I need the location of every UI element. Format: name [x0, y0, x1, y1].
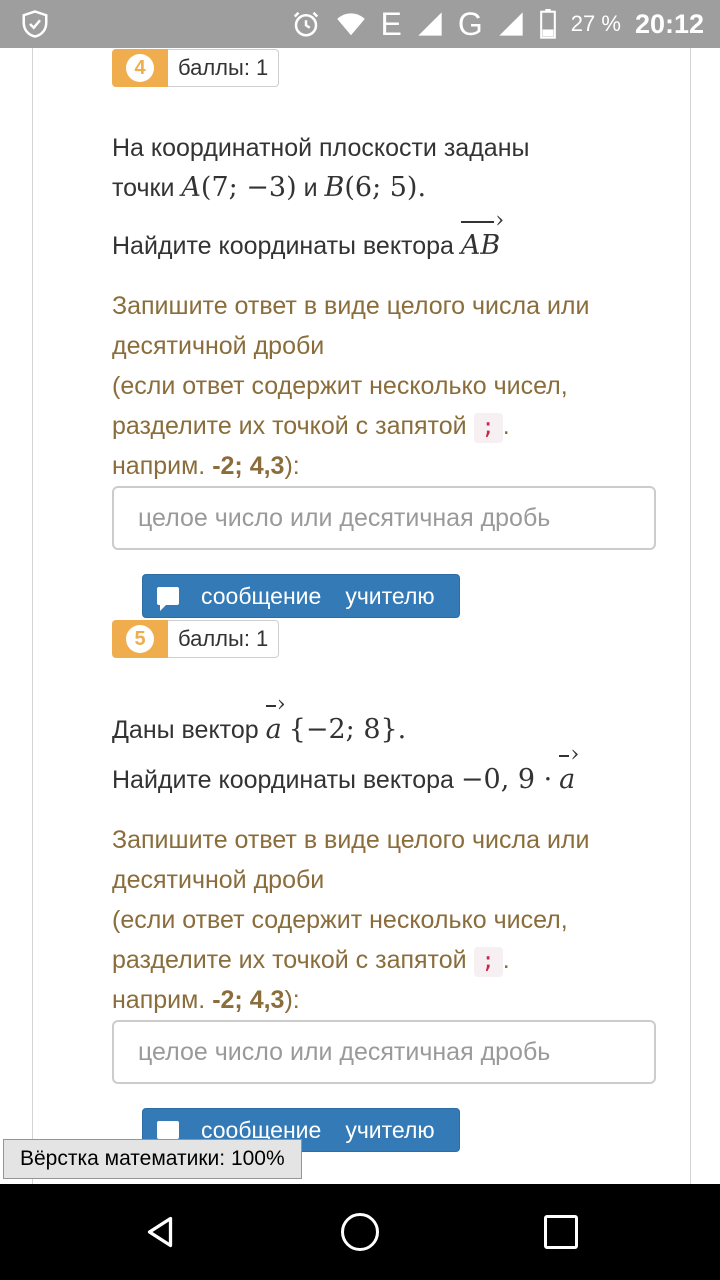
question-5-header: 5 баллы: 1 — [112, 620, 280, 658]
question-4-header: 4 баллы: 1 — [112, 49, 280, 87]
message-teacher-button[interactable]: сообщение учителю — [142, 574, 460, 618]
question-number-badge: 4 — [112, 49, 168, 87]
question-5-given: Даны вектор › a {−2; 8}. — [112, 692, 672, 750]
question-4-text: На координатной плоскости заданы точки A… — [112, 134, 530, 203]
question-number-badge: 5 — [112, 620, 168, 658]
signal-icon — [418, 12, 442, 36]
network-type-e: E — [380, 5, 402, 42]
quiz-page[interactable]: 4 баллы: 1 На координатной плоскости зад… — [0, 48, 720, 1184]
signal-icon — [499, 12, 523, 36]
answer-input-q4[interactable] — [112, 486, 656, 550]
vector-a: › a — [559, 742, 580, 795]
vector-a: › a — [265, 692, 286, 745]
vector-ab: › AB — [460, 208, 505, 261]
answer-input-q5[interactable] — [112, 1020, 656, 1084]
clock: 20:12 — [634, 8, 704, 39]
battery-percent: 27 % — [570, 11, 621, 36]
back-icon[interactable] — [142, 1214, 178, 1250]
navigation-bar — [0, 1184, 720, 1280]
status-bar: E G 27 % 20:12 — [0, 0, 720, 48]
separator-code: ; — [473, 413, 503, 443]
chat-bubble-icon — [157, 587, 179, 611]
answer-instructions: Запишите ответ в виде целого числа или д… — [112, 292, 590, 480]
question-score: баллы: 1 — [168, 49, 280, 87]
math-render-status: Вёрстка математики: 100% — [3, 1139, 302, 1179]
question-4-task: Найдите координаты вектора › AB — [112, 208, 672, 266]
question-score: баллы: 1 — [168, 620, 280, 658]
separator-code: ; — [473, 947, 503, 977]
question-5-task: Найдите координаты вектора −0, 9 · › a — [112, 742, 672, 800]
battery-icon — [539, 9, 556, 39]
alarm-icon — [293, 11, 318, 37]
network-type-g: G — [457, 5, 483, 42]
chat-bubble-icon — [157, 1121, 179, 1145]
home-icon[interactable] — [341, 1213, 379, 1251]
recent-apps-icon[interactable] — [544, 1215, 578, 1249]
wifi-icon — [336, 13, 365, 36]
shield-icon — [22, 10, 48, 38]
answer-instructions: Запишите ответ в виде целого числа или д… — [112, 826, 590, 1014]
